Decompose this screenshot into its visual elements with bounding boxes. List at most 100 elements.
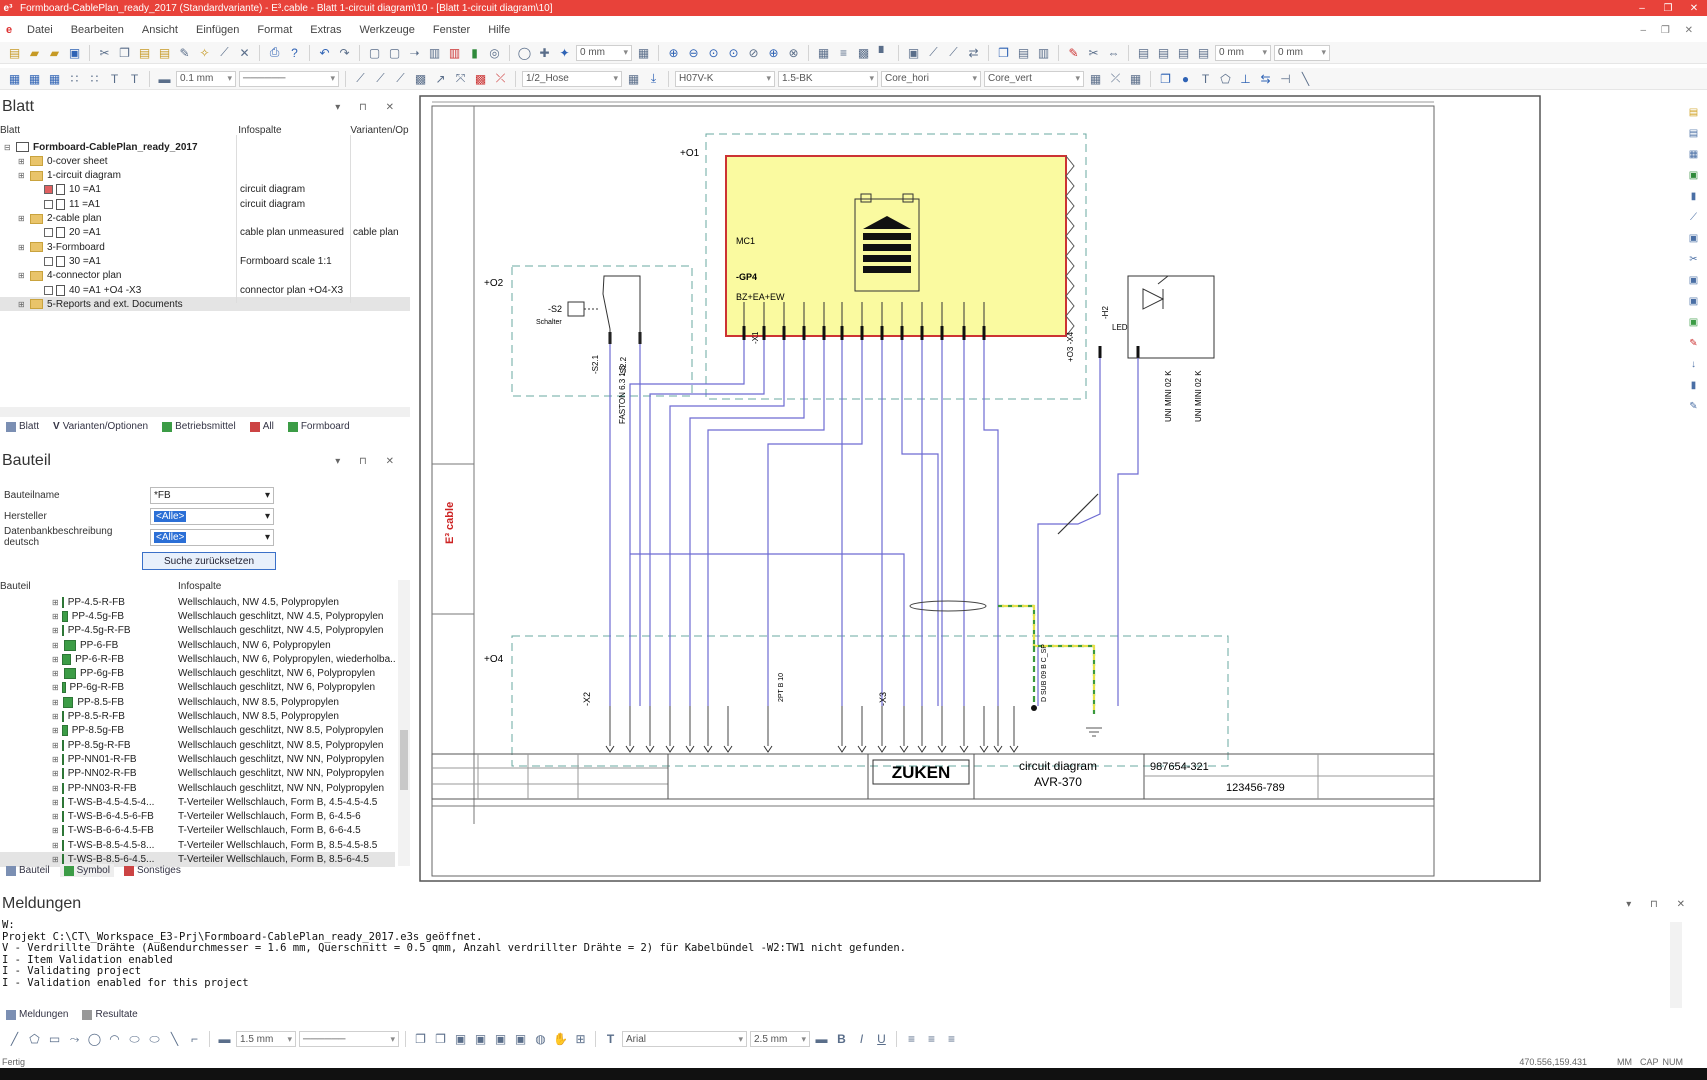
target-icon[interactable]: ◎ — [486, 44, 503, 61]
tab-varianten[interactable]: V Varianten/Optionen — [49, 420, 152, 433]
grid-toggle-icon[interactable]: ▦ — [635, 44, 652, 61]
sheet-green-icon[interactable]: ▮ — [466, 44, 483, 61]
part-row[interactable]: ⊞ PP-4.5-R-FB Wellschlauch, NW 4.5, Polypr… — [0, 595, 395, 609]
tree-row[interactable]: ⊞ 2-cable plan — [0, 212, 410, 226]
text-color-icon[interactable]: ▬ — [813, 1031, 830, 1048]
col-infospalte[interactable]: Infospalte — [238, 125, 350, 136]
reset-search-button[interactable]: Suche zurücksetzen — [142, 552, 276, 570]
menu-werkzeuge[interactable]: Werkzeuge — [350, 24, 423, 36]
insert-icon[interactable]: ⤓ — [645, 70, 662, 87]
tab-meldungen[interactable]: Meldungen — [2, 1008, 72, 1021]
sheet-blue-icon[interactable]: ▣ — [1687, 232, 1700, 245]
part-row[interactable]: ⊞ PP-8.5g-R-FB Wellschlauch geschlitzt, NW… — [0, 738, 395, 752]
expand-toggle-icon[interactable]: ⊞ — [18, 157, 27, 166]
menu-hilfe[interactable]: Hilfe — [479, 24, 519, 36]
terminal-icon[interactable]: ⊣ — [1277, 70, 1294, 87]
e3-icon[interactable]: e — [0, 24, 18, 36]
hose-select[interactable]: 1/2_Hose — [522, 70, 622, 87]
wire2-icon[interactable]: ⟋ — [372, 70, 389, 87]
line-tool2-icon[interactable]: ⟋ — [945, 44, 962, 61]
back-icon[interactable]: ▣ — [472, 1031, 489, 1048]
expand-toggle-icon[interactable]: ⊞ — [52, 755, 59, 764]
component2-icon[interactable]: ▦ — [26, 70, 43, 87]
open-icon[interactable]: ▰ — [26, 44, 43, 61]
connect-icon[interactable]: ✎ — [1065, 44, 1082, 61]
arrow-icon[interactable]: ➝ — [406, 44, 423, 61]
group-icon[interactable]: ❐ — [1157, 70, 1174, 87]
line-icon[interactable]: ⟋ — [1687, 211, 1700, 224]
core-hori-select[interactable]: Core_hori — [881, 70, 981, 87]
zoom-fit-icon[interactable]: ⊙ — [705, 44, 722, 61]
paste-icon[interactable]: ▤ — [136, 44, 153, 61]
red-tool-icon[interactable]: ✎ — [1687, 337, 1700, 350]
tab-bauteil[interactable]: Bauteil — [2, 864, 54, 877]
line-style-select[interactable]: ────── — [239, 70, 339, 87]
cross-section-select[interactable]: 1.5-BK — [778, 70, 878, 87]
split-icon[interactable]: ⤧ — [452, 70, 469, 87]
sheet-checkbox[interactable] — [44, 228, 53, 238]
cut-icon[interactable]: ✂ — [96, 44, 113, 61]
sheet-red-icon[interactable]: ▥ — [446, 44, 463, 61]
arc-draw-icon[interactable]: ◠ — [106, 1031, 123, 1048]
align-left-text-icon[interactable]: ≡ — [903, 1031, 920, 1048]
print-icon[interactable]: ⎙ — [266, 44, 283, 61]
menu-bearbeiten[interactable]: Bearbeiten — [62, 24, 133, 36]
front-icon[interactable]: ▣ — [452, 1031, 469, 1048]
pins2-icon[interactable]: ∷ — [86, 70, 103, 87]
expand-toggle-icon[interactable]: ⊞ — [52, 798, 59, 807]
polygon-icon[interactable]: ⬠ — [1217, 70, 1234, 87]
swap-icon[interactable]: ⇄ — [965, 44, 982, 61]
open-folder-icon[interactable]: ▰ — [46, 44, 63, 61]
tool-icon[interactable]: ⟋ — [216, 44, 233, 61]
tree-row[interactable]: ⊞ 4-connector plan — [0, 269, 410, 283]
ungroup-icon[interactable]: ❐ — [432, 1031, 449, 1048]
help-icon[interactable]: ? — [286, 44, 303, 61]
offset-field[interactable]: 0 mm — [576, 44, 632, 61]
tree-row[interactable]: ⊞ 3-Formboard — [0, 240, 410, 254]
properties-icon[interactable]: ▤ — [1687, 106, 1700, 119]
maximize-button[interactable]: ❐ — [1655, 3, 1681, 14]
teal-circle-icon[interactable]: ● — [1177, 70, 1194, 87]
col-blatt[interactable]: Blatt — [0, 125, 238, 136]
window-tile-v-icon[interactable]: ▥ — [1035, 44, 1052, 61]
bottom-linestyle-select[interactable]: ────── — [299, 1031, 399, 1047]
tree-row[interactable]: ⊞ 5-Reports and ext. Documents — [0, 297, 410, 312]
text-bottom-icon[interactable]: T — [602, 1031, 619, 1048]
minimize-button[interactable]: – — [1629, 3, 1655, 14]
tree-row[interactable]: ⊟ Formboard-CablePlan_ready_2017 — [0, 140, 410, 154]
expand-toggle-icon[interactable]: ⊞ — [18, 171, 27, 180]
tree-row[interactable]: ⊞ 1-circuit diagram — [0, 169, 410, 183]
mdi-window-controls[interactable]: – ❐ ✕ — [1641, 25, 1707, 36]
measure-icon[interactable]: ⇔ — [1105, 44, 1122, 61]
line-width-select[interactable]: 0.1 mm — [176, 70, 236, 87]
expand-toggle-icon[interactable]: ⊟ — [4, 143, 13, 152]
view-icon[interactable]: ▣ — [1687, 274, 1700, 287]
sheet-icon[interactable]: ▢ — [386, 44, 403, 61]
expand-toggle-icon[interactable]: ⊞ — [52, 741, 59, 750]
line-color-icon[interactable]: ▬ — [156, 70, 173, 87]
align-right-text-icon[interactable]: ≡ — [943, 1031, 960, 1048]
undo-icon[interactable]: ↶ — [316, 44, 333, 61]
bottom-linewidth-select[interactable]: 1.5 mm — [236, 1031, 296, 1047]
menu-format[interactable]: Format — [248, 24, 301, 36]
core-icon[interactable]: ▦ — [1087, 70, 1104, 87]
sheet-checkbox[interactable] — [44, 256, 53, 266]
expand-toggle-icon[interactable]: ⊞ — [52, 812, 59, 821]
marker-icon[interactable]: ▘ — [875, 44, 892, 61]
part-row[interactable]: ⊞ PP-8.5g-FB Wellschlauch geschlitzt, NW 8… — [0, 724, 395, 738]
part-row[interactable]: ⊞ T-WS-B-4.5-4.5-4... T-Verteiler Wellschl… — [0, 795, 395, 809]
tab-betriebsmittel[interactable]: Betriebsmittel — [158, 420, 240, 433]
col-varianten[interactable]: Varianten/Op — [350, 125, 410, 136]
db-icon[interactable]: ▮ — [1687, 190, 1700, 203]
expand-toggle-icon[interactable]: ⊞ — [52, 626, 59, 635]
parts-vscrollbar[interactable] — [398, 580, 410, 866]
wire-icon[interactable]: ⟋ — [352, 70, 369, 87]
group-draw-icon[interactable]: ❐ — [412, 1031, 429, 1048]
tab-sonstiges[interactable]: Sonstiges — [120, 864, 185, 877]
expand-toggle-icon[interactable]: ⊞ — [52, 641, 61, 650]
crosshair-icon[interactable]: ✚ — [536, 44, 553, 61]
expand-toggle-icon[interactable]: ⊞ — [52, 769, 59, 778]
route2-icon[interactable]: ▦ — [1127, 70, 1144, 87]
fontsize-select[interactable]: 2.5 mm — [750, 1031, 810, 1047]
db2-icon[interactable]: ▮ — [1687, 379, 1700, 392]
